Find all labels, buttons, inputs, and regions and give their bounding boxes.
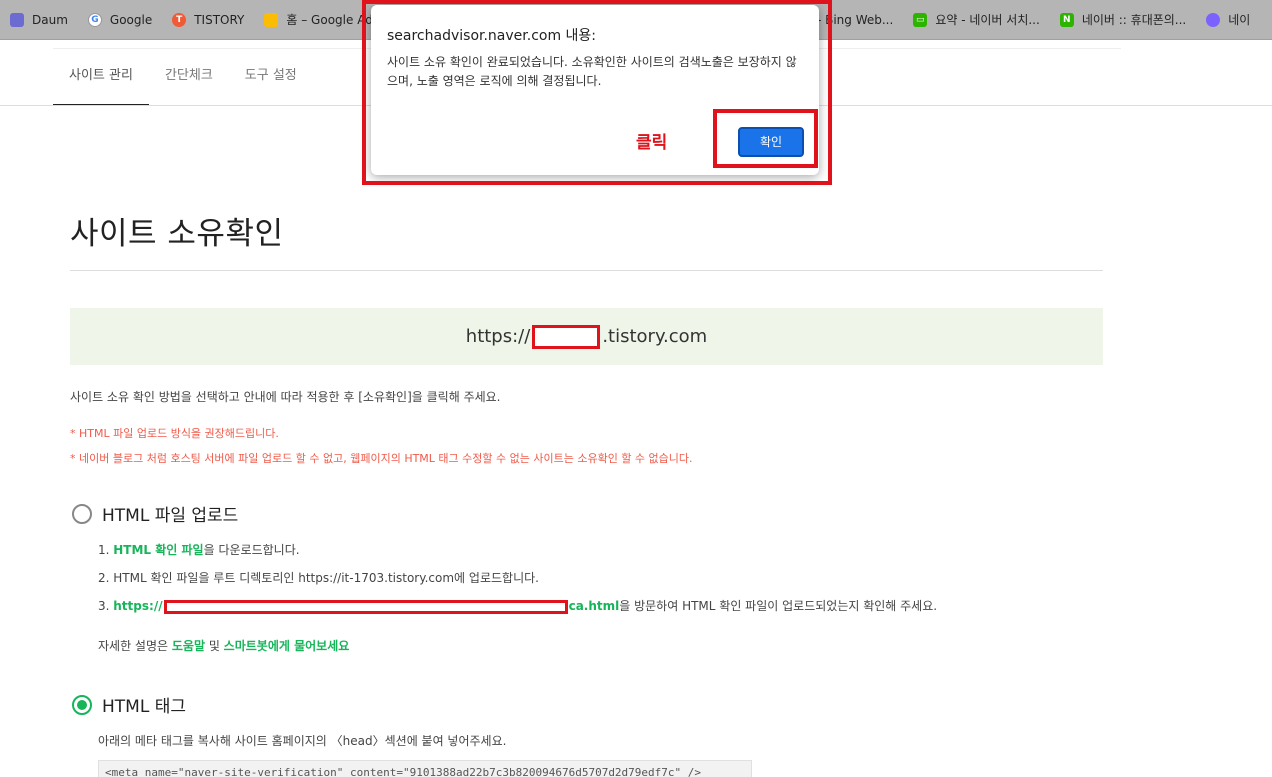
option-label: HTML 태그: [102, 697, 186, 717]
nav-tabs: 사이트 관리 간단체크 도구 설정: [53, 48, 313, 106]
naver-search-icon: ▭: [913, 12, 928, 27]
help-text: 자세한 설명은 도움말 및 스마트봇에게 물어보세요: [98, 639, 350, 653]
bookmark-google[interactable]: G Google: [78, 8, 162, 32]
redacted-mask: [163, 599, 568, 614]
radio-html-upload[interactable]: [72, 503, 92, 524]
erp-icon: [1206, 12, 1221, 27]
google-icon: G: [87, 12, 102, 27]
step-3: 3. https://ca.html을 방문하여 HTML 확인 파일이 업로드…: [98, 599, 938, 614]
page-title: 사이트 소유확인: [70, 216, 284, 252]
url-prefix: https://: [465, 326, 531, 347]
html-tag-desc: 아래의 메타 태그를 복사해 사이트 홈페이지의 〈head〉섹션에 붙여 넣어…: [98, 734, 507, 748]
site-url-box: https:// .tistory.com: [70, 308, 1103, 365]
meta-tag-code[interactable]: <meta name="naver-site-verification" con…: [98, 760, 752, 777]
tab-quick-check[interactable]: 간단체크: [149, 48, 229, 106]
note-restriction: * 네이버 블로그 처럼 호스팅 서버에 파일 업로드 할 수 없고, 웹페이지…: [70, 452, 693, 465]
option-html-tag[interactable]: HTML 태그: [72, 692, 186, 717]
tistory-icon: T: [172, 12, 187, 27]
url-suffix: .tistory.com: [602, 326, 708, 347]
note-recommend: * HTML 파일 업로드 방식을 권장해드립니다.: [70, 427, 279, 440]
option-label: HTML 파일 업로드: [102, 506, 239, 526]
naver-icon: N: [1059, 12, 1074, 27]
option-html-upload[interactable]: HTML 파일 업로드: [72, 501, 238, 526]
instruction-text: 사이트 소유 확인 방법을 선택하고 안내에 따라 적용한 후 [소유확인]을 …: [70, 390, 501, 404]
bookmark-naver-search[interactable]: ▭ 요약 - 네이버 서치...: [903, 8, 1050, 32]
radio-html-tag[interactable]: [72, 694, 92, 715]
annotation-click-label: 클릭: [636, 133, 668, 153]
step-2: 2. HTML 확인 파일을 루트 디렉토리인 https://it-1703.…: [98, 571, 539, 585]
title-divider: [70, 270, 1103, 271]
tab-tool-settings[interactable]: 도구 설정: [229, 48, 313, 106]
verify-link[interactable]: https://ca.html: [113, 599, 619, 614]
tab-site-management[interactable]: 사이트 관리: [53, 48, 149, 106]
annotation-button-highlight: [713, 109, 818, 168]
daum-icon: [10, 12, 24, 27]
html-file-download-link[interactable]: HTML 확인 파일: [113, 543, 203, 557]
bookmark-daum[interactable]: Daum: [0, 8, 78, 32]
bookmark-naver[interactable]: N 네이버 :: 휴대폰의...: [1050, 8, 1196, 32]
bookmark-tistory[interactable]: T TISTORY: [162, 8, 254, 32]
step-1: 1. HTML 확인 파일을 다운로드합니다.: [98, 543, 300, 557]
redacted-mask: [532, 325, 601, 349]
help-link[interactable]: 도움말: [172, 639, 205, 653]
bookmark-erp[interactable]: 네이: [1196, 8, 1260, 32]
smartbot-link[interactable]: 스마트봇에게 물어보세요: [224, 639, 350, 653]
google-ads-icon: [264, 12, 279, 27]
